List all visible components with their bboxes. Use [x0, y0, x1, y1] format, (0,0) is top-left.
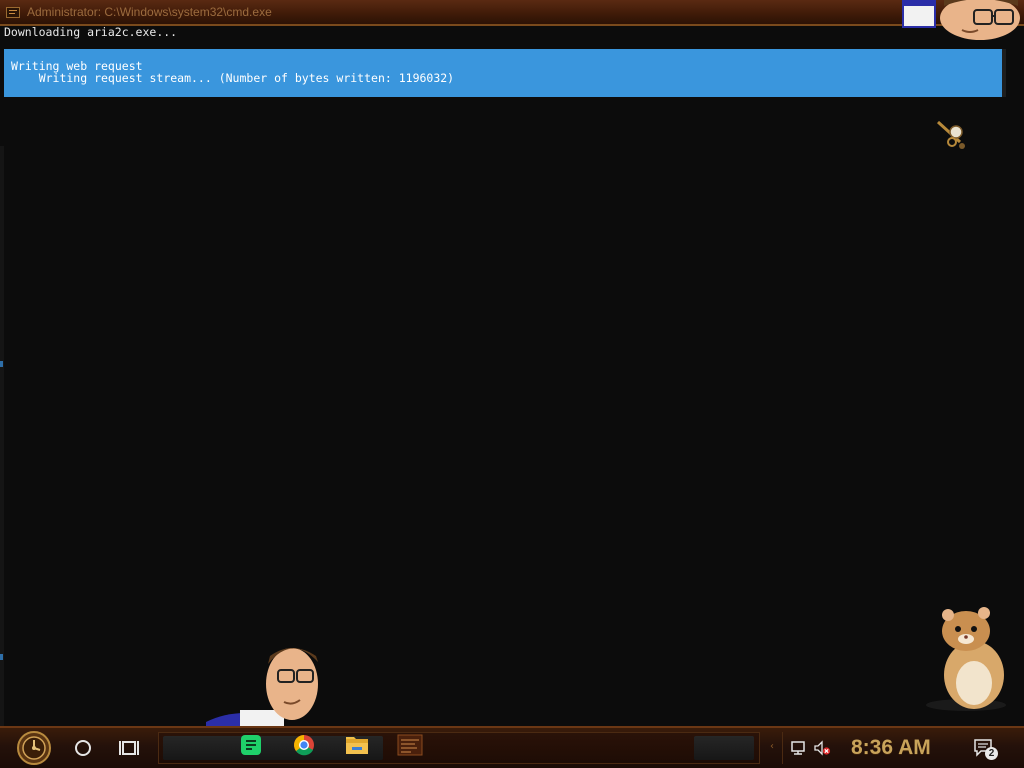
- progress-banner: Writing web request Writing request stre…: [4, 49, 1006, 97]
- desktop: Administrator: C:\Windows\system32\cmd.e…: [0, 0, 1024, 768]
- notification-count-badge: 2: [985, 747, 998, 760]
- window-left-edge: [0, 146, 4, 746]
- command-prompt-icon[interactable]: [397, 734, 423, 756]
- console-line: Downloading aria2c.exe...: [4, 25, 178, 39]
- taskbar: ‹ 8:36 AM 2: [0, 726, 1024, 768]
- notes-app-icon[interactable]: [238, 734, 264, 756]
- cortana-circle-icon[interactable]: [72, 737, 94, 759]
- window-titlebar[interactable]: Administrator: C:\Windows\system32\cmd.e…: [0, 0, 1024, 26]
- taskbar-clock[interactable]: 8:36 AM: [851, 735, 931, 761]
- system-tray: 8:36 AM 2: [782, 732, 1023, 764]
- volume-muted-icon[interactable]: [813, 739, 831, 757]
- start-button[interactable]: [8, 730, 60, 766]
- file-explorer-icon[interactable]: [344, 734, 370, 756]
- cartoon-mascot-bottom: [206, 648, 318, 728]
- console-output[interactable]: Downloading aria2c.exe... Writing web re…: [0, 25, 1024, 746]
- edge-marker: [0, 361, 3, 367]
- cmd-window-icon[interactable]: [6, 7, 20, 18]
- tray-chevron-button[interactable]: ‹: [767, 740, 777, 754]
- progress-detail: Writing request stream... (Number of byt…: [11, 71, 455, 85]
- edge-marker: [0, 654, 3, 660]
- task-view-icon[interactable]: [118, 737, 142, 759]
- steampunk-cursor-icon: [936, 120, 965, 149]
- action-center-button[interactable]: 2: [973, 738, 999, 762]
- cartoon-mascot-top: [902, 0, 1020, 40]
- hamster-pet: [926, 607, 1006, 711]
- network-icon[interactable]: [790, 739, 808, 757]
- chrome-icon[interactable]: [291, 734, 317, 756]
- window-title: Administrator: C:\Windows\system32\cmd.e…: [27, 5, 272, 19]
